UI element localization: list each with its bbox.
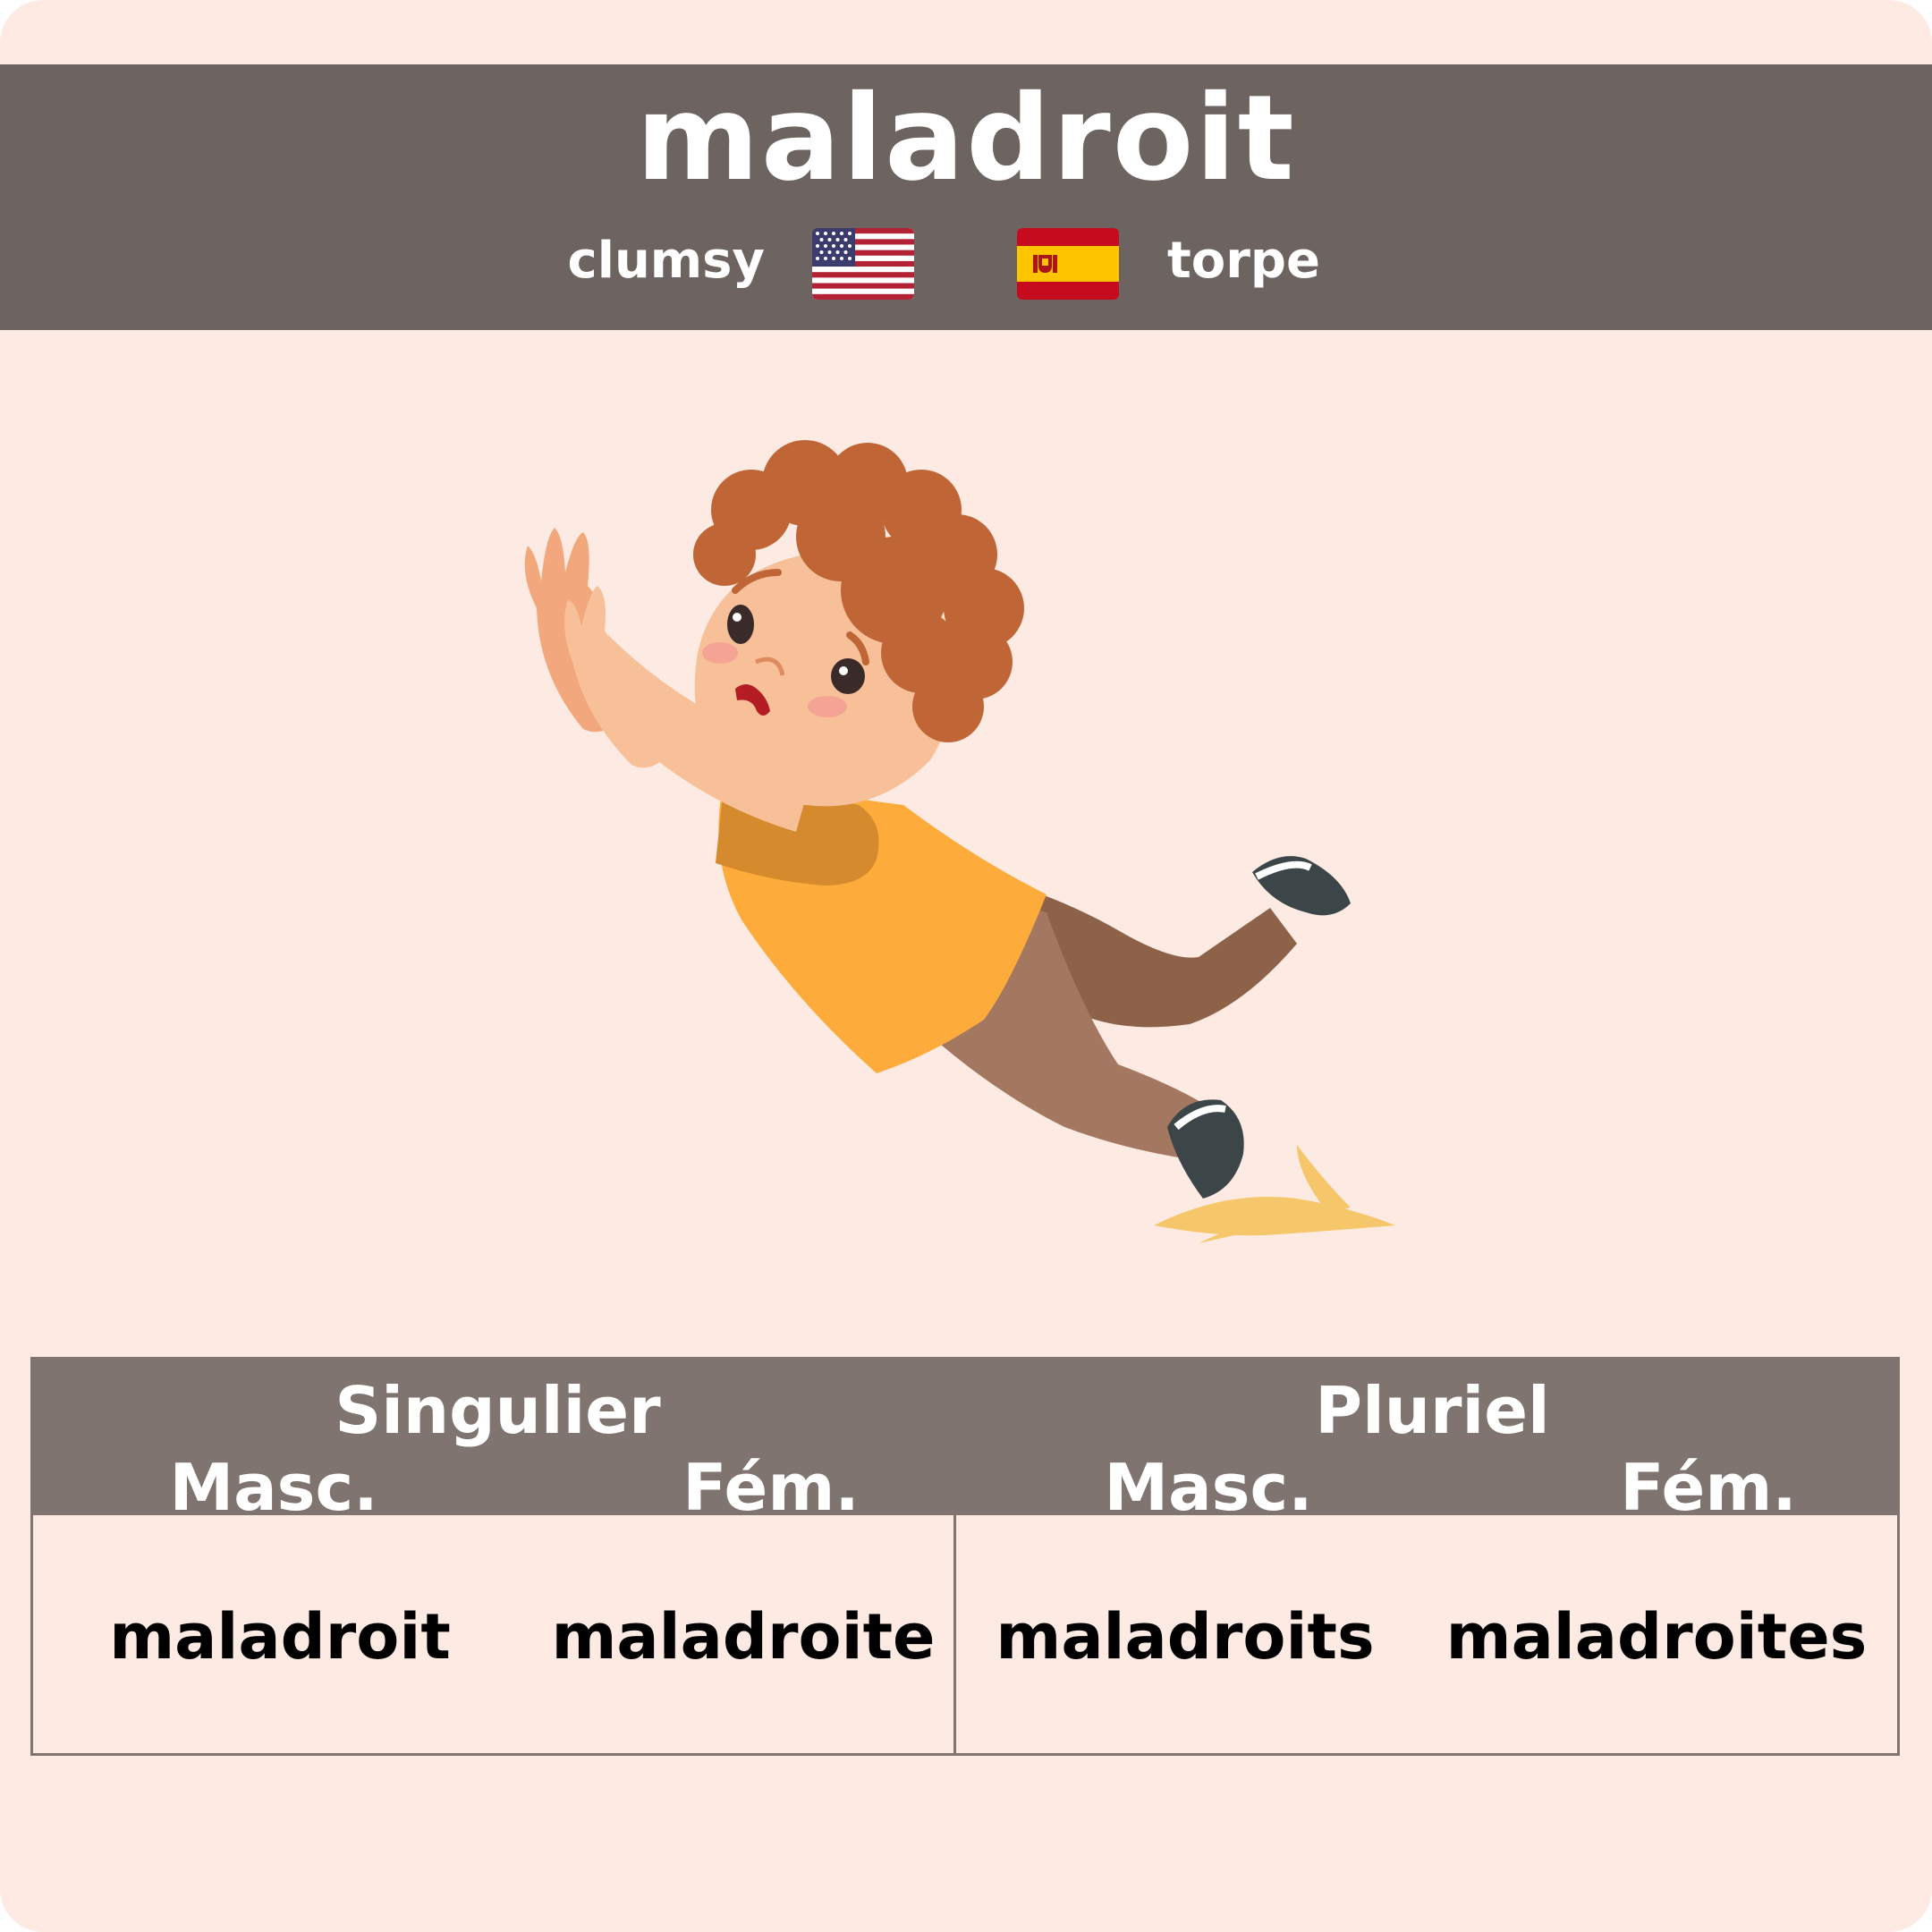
spain-flag-icon — [1017, 228, 1119, 300]
form-plural-feminine: maladroites — [1445, 1600, 1868, 1674]
headword: maladroit — [636, 70, 1296, 208]
us-flag-icon — [812, 228, 914, 300]
table-body: maladroit maladroite maladroits maladroi… — [30, 1515, 1900, 1756]
english-translation: clumsy — [567, 232, 765, 290]
boy-slipping-on-banana-peel-icon — [501, 429, 1431, 1270]
table-header: Singulier Pluriel Masc. Fém. Masc. Fém. — [30, 1357, 1900, 1525]
form-singular-masculine: maladroit — [109, 1600, 451, 1674]
flashcard: maladroit clumsy torpe Singulier Pluriel… — [0, 0, 1932, 1932]
inflection-table: Singulier Pluriel Masc. Fém. Masc. Fém. … — [30, 1357, 1900, 1756]
form-plural-masculine: maladroits — [996, 1600, 1375, 1674]
form-singular-feminine: maladroite — [551, 1600, 936, 1674]
spanish-translation: torpe — [1167, 232, 1320, 290]
